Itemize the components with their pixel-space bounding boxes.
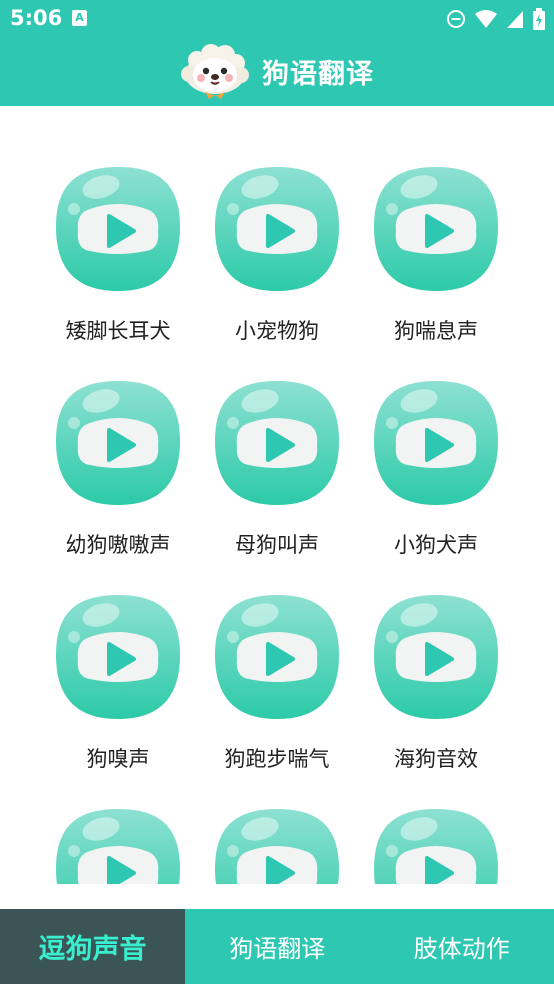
sound-item[interactable]: 小狗犬声 bbox=[356, 379, 516, 579]
sound-item[interactable]: 狗喘息声 bbox=[356, 165, 516, 365]
sound-item[interactable]: 狗嗅声 bbox=[38, 593, 198, 793]
sound-item[interactable] bbox=[38, 807, 198, 884]
battery-charging-icon bbox=[533, 8, 545, 30]
status-icons bbox=[446, 7, 546, 31]
app-header: 狗语翻译 bbox=[0, 38, 554, 106]
play-icon[interactable] bbox=[54, 807, 182, 884]
sound-label: 狗嗅声 bbox=[86, 747, 150, 771]
sound-item[interactable] bbox=[197, 807, 357, 884]
do-not-disturb-icon bbox=[447, 10, 465, 28]
wifi-icon bbox=[475, 10, 497, 28]
sound-item[interactable]: 幼狗嗷嗷声 bbox=[38, 379, 198, 579]
dog-face-logo bbox=[181, 44, 249, 99]
play-icon[interactable] bbox=[372, 379, 500, 507]
sound-item[interactable] bbox=[356, 807, 516, 884]
play-icon[interactable] bbox=[213, 593, 341, 721]
play-icon[interactable] bbox=[213, 807, 341, 884]
play-icon[interactable] bbox=[372, 165, 500, 293]
play-icon[interactable] bbox=[372, 807, 500, 884]
play-icon[interactable] bbox=[372, 593, 500, 721]
sound-label: 狗跑步喘气 bbox=[224, 747, 330, 771]
sound-label: 母狗叫声 bbox=[235, 533, 319, 557]
sound-item[interactable]: 母狗叫声 bbox=[197, 379, 357, 579]
sound-item[interactable]: 小宠物狗 bbox=[197, 165, 357, 365]
tab-dog-translate[interactable]: 狗语翻译 bbox=[185, 909, 370, 984]
sound-label: 狗喘息声 bbox=[394, 319, 478, 343]
sound-label: 幼狗嗷嗷声 bbox=[65, 533, 171, 557]
status-time: 5:06 bbox=[10, 6, 63, 30]
sound-item[interactable]: 狗跑步喘气 bbox=[197, 593, 357, 793]
sound-label: 小狗犬声 bbox=[394, 533, 478, 557]
sound-label: 矮脚长耳犬 bbox=[65, 319, 171, 343]
play-icon[interactable] bbox=[54, 593, 182, 721]
play-icon[interactable] bbox=[54, 165, 182, 293]
cell-signal-icon bbox=[507, 11, 523, 28]
play-icon[interactable] bbox=[213, 165, 341, 293]
tab-body-language[interactable]: 肢体动作 bbox=[370, 909, 554, 984]
tab-dog-sounds[interactable]: 逗狗声音 bbox=[0, 909, 185, 984]
sound-item[interactable]: 海狗音效 bbox=[356, 593, 516, 793]
sound-list: 矮脚长耳犬 小宠物狗 狗喘息声幼狗嗷嗷声 母狗叫声 小狗犬声狗嗅声 狗跑步喘气 海狗音效 bbox=[0, 106, 554, 884]
play-icon[interactable] bbox=[54, 379, 182, 507]
play-icon[interactable] bbox=[213, 379, 341, 507]
notification-app-icon: A bbox=[72, 10, 87, 26]
page-title: 狗语翻译 bbox=[262, 59, 374, 90]
bottom-nav: 逗狗声音 狗语翻译 肢体动作 bbox=[0, 909, 554, 984]
status-bar: 5:06 A bbox=[0, 0, 554, 38]
sound-item[interactable]: 矮脚长耳犬 bbox=[38, 165, 198, 365]
sound-label: 小宠物狗 bbox=[235, 319, 319, 343]
sound-label: 海狗音效 bbox=[394, 747, 478, 771]
